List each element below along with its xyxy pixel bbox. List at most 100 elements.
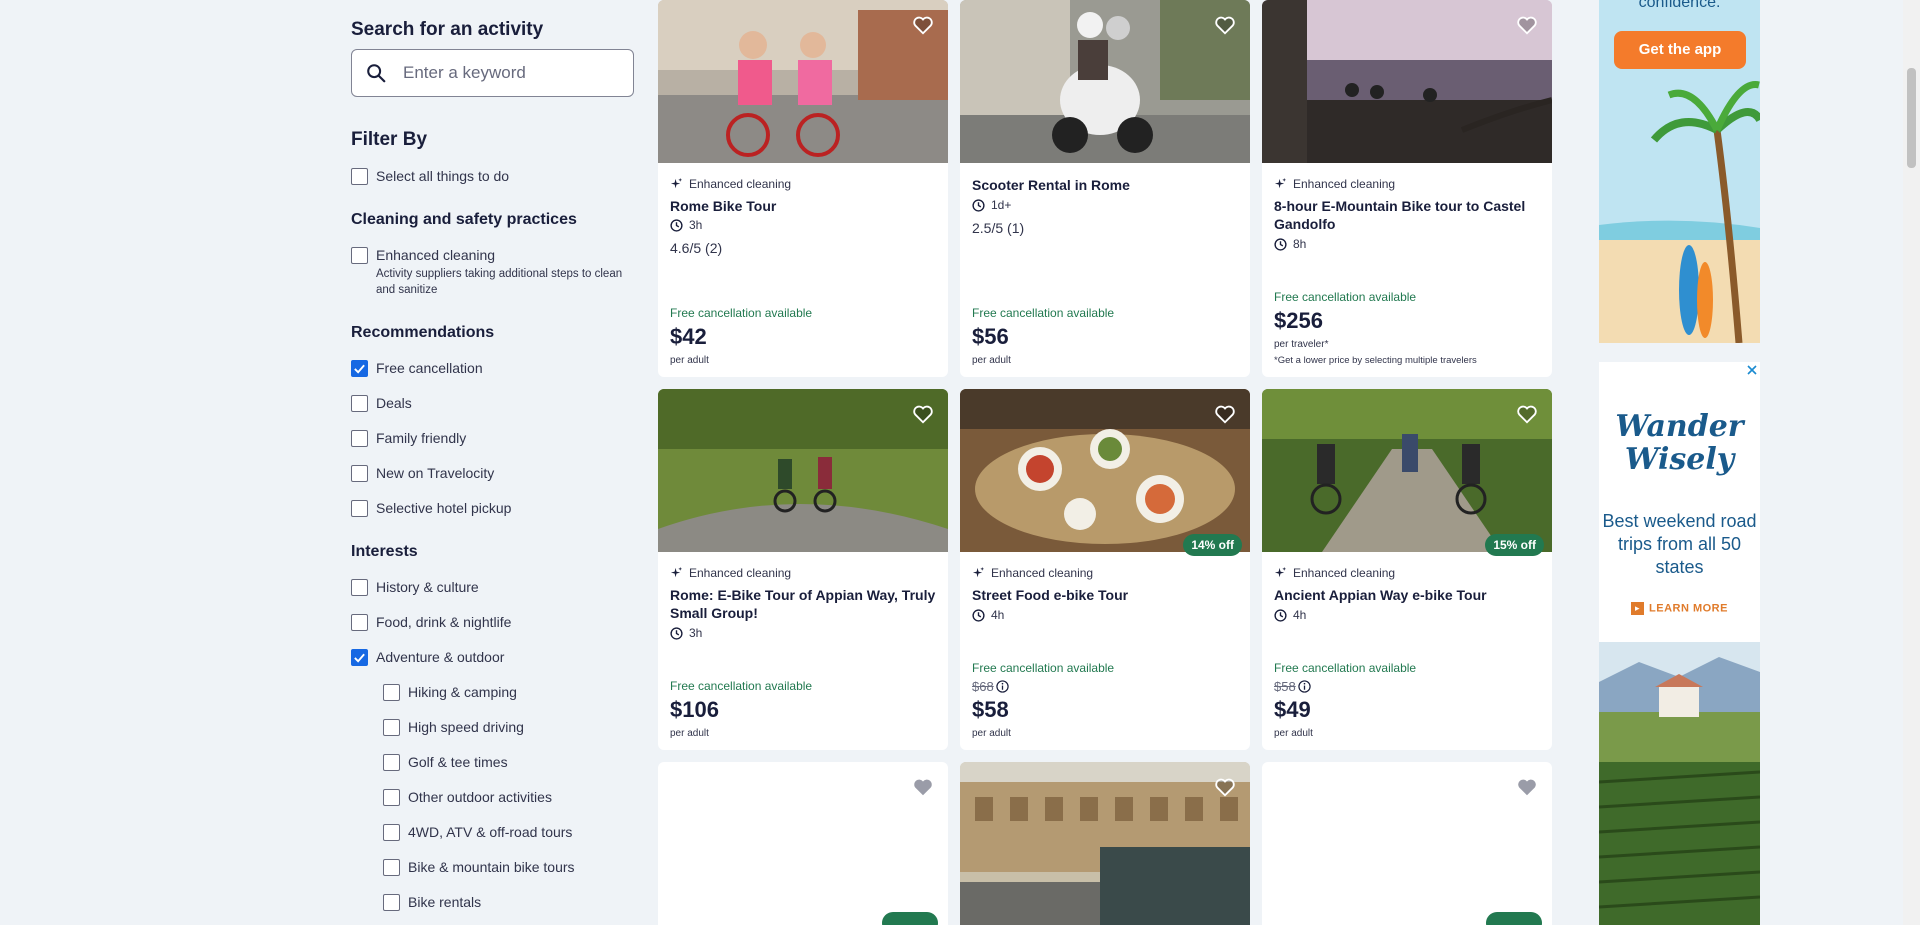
checkbox-box[interactable] xyxy=(351,464,368,482)
checkbox-box[interactable] xyxy=(383,788,400,806)
search-field[interactable] xyxy=(351,49,634,97)
activity-card[interactable]: Enhanced cleaning Rome Bike Tour 3h 4.6/… xyxy=(658,0,948,377)
checkbox-label: Family friendly xyxy=(376,430,467,446)
checkbox-box[interactable] xyxy=(383,858,400,876)
price: $106 xyxy=(670,697,719,722)
activity-card[interactable]: Enhanced cleaning Rome: E-Bike Tour of A… xyxy=(658,389,948,750)
app-promo-ad[interactable]: confidence. Get the app xyxy=(1599,0,1760,343)
food-drink-nightlife-checkbox[interactable]: Food, drink & nightlife xyxy=(351,612,511,632)
enhanced-cleaning-tag: Enhanced cleaning xyxy=(670,177,791,191)
rating-value: 2.5/5 xyxy=(972,220,1004,236)
activity-image[interactable] xyxy=(960,0,1250,163)
free-cancellation-text: Free cancellation available xyxy=(670,679,813,693)
history-culture-checkbox[interactable]: History & culture xyxy=(351,577,479,597)
checkbox-box[interactable] xyxy=(383,753,400,771)
free-cancellation-text: Free cancellation available xyxy=(972,661,1115,675)
rating-value: 4.6/5 xyxy=(670,240,702,256)
ad-brand-line2: Wisely xyxy=(1624,442,1735,477)
heart-icon[interactable] xyxy=(1516,14,1538,36)
checkbox-box[interactable] xyxy=(383,893,400,911)
sparkle-icon xyxy=(1274,177,1287,188)
4wd-atv-checkbox[interactable]: 4WD, ATV & off-road tours xyxy=(383,822,572,842)
free-cancellation-checkbox[interactable]: Free cancellation xyxy=(351,358,483,378)
clock-icon xyxy=(972,608,985,622)
checkbox-box[interactable] xyxy=(351,246,368,264)
hiking-camping-checkbox[interactable]: Hiking & camping xyxy=(383,682,517,702)
heart-icon[interactable] xyxy=(912,776,934,798)
heart-icon[interactable] xyxy=(912,14,934,36)
checkbox-box[interactable] xyxy=(351,359,368,377)
activity-title[interactable]: Ancient Appian Way e-bike Tour xyxy=(1274,586,1544,604)
selective-hotel-pickup-checkbox[interactable]: Selective hotel pickup xyxy=(351,498,511,518)
activity-card[interactable]: 14% off Enhanced cleaning Street Food e-… xyxy=(960,389,1250,750)
activity-title[interactable]: Street Food e-bike Tour xyxy=(972,586,1242,604)
heart-icon[interactable] xyxy=(1214,14,1236,36)
close-icon[interactable] xyxy=(1744,362,1760,378)
checkbox-box[interactable] xyxy=(351,499,368,517)
adventure-outdoor-checkbox[interactable]: Adventure & outdoor xyxy=(351,647,504,667)
original-price-value: $68 xyxy=(972,679,994,694)
activity-card-loading[interactable] xyxy=(1262,762,1552,925)
checkbox-box[interactable] xyxy=(351,648,368,666)
high-speed-driving-checkbox[interactable]: High speed driving xyxy=(383,717,524,737)
vineyard-illustration xyxy=(1599,642,1760,925)
scrollbar-thumb[interactable] xyxy=(1907,68,1916,168)
price-unit: per adult xyxy=(670,728,709,739)
activity-card-loading[interactable] xyxy=(658,762,948,925)
duration: 1d+ xyxy=(972,198,1011,212)
select-all-checkbox[interactable]: Select all things to do xyxy=(351,166,509,186)
info-icon[interactable] xyxy=(996,680,1009,693)
info-icon[interactable] xyxy=(1298,680,1311,693)
activity-image[interactable] xyxy=(960,389,1250,552)
heart-icon[interactable] xyxy=(1516,776,1538,798)
checkbox-box[interactable] xyxy=(383,823,400,841)
golf-tee-times-checkbox[interactable]: Golf & tee times xyxy=(383,752,508,772)
page-scrollbar[interactable] xyxy=(1903,0,1920,925)
checkbox-box[interactable] xyxy=(383,683,400,701)
duration-text: 1d+ xyxy=(991,198,1012,212)
checkbox-box[interactable] xyxy=(351,578,368,596)
wander-wisely-ad[interactable]: Wander Wisely Best weekend road trips fro… xyxy=(1599,362,1760,925)
learn-more-link[interactable]: ▸ LEARN MORE xyxy=(1599,602,1760,615)
bike-rentals-checkbox[interactable]: Bike rentals xyxy=(383,892,481,912)
search-input[interactable] xyxy=(403,63,623,83)
checkbox-box[interactable] xyxy=(351,613,368,631)
cleaning-text: Enhanced cleaning xyxy=(689,177,792,191)
activity-image[interactable] xyxy=(1262,389,1552,552)
checkbox-box[interactable] xyxy=(351,167,368,185)
heart-icon[interactable] xyxy=(1516,403,1538,425)
discount-badge: 15% off xyxy=(1485,534,1544,556)
activity-card[interactable]: Enhanced cleaning 8-hour E-Mountain Bike… xyxy=(1262,0,1552,377)
activity-image[interactable] xyxy=(960,762,1250,925)
activity-title[interactable]: Rome: E-Bike Tour of Appian Way, Truly S… xyxy=(670,586,940,622)
checkbox-label: 4WD, ATV & off-road tours xyxy=(408,824,573,840)
activity-title[interactable]: Scooter Rental in Rome xyxy=(972,176,1242,194)
heart-icon[interactable] xyxy=(1214,403,1236,425)
checkbox-box[interactable] xyxy=(351,429,368,447)
activity-card[interactable] xyxy=(960,762,1250,925)
checkbox-label: New on Travelocity xyxy=(376,465,495,481)
new-on-travelocity-checkbox[interactable]: New on Travelocity xyxy=(351,463,494,483)
checkbox-box[interactable] xyxy=(383,718,400,736)
enhanced-cleaning-checkbox[interactable]: Enhanced cleaning xyxy=(351,245,495,265)
activity-image[interactable] xyxy=(658,0,948,163)
activity-card[interactable]: 15% off Enhanced cleaning Ancient Appian… xyxy=(1262,389,1552,750)
ad-brand: Wander Wisely xyxy=(1599,410,1760,476)
activity-image[interactable] xyxy=(1262,0,1552,163)
checkbox-label: Deals xyxy=(376,395,412,411)
deals-checkbox[interactable]: Deals xyxy=(351,393,412,413)
activity-title[interactable]: Rome Bike Tour xyxy=(670,197,940,215)
bike-mountain-bike-tours-checkbox[interactable]: Bike & mountain bike tours xyxy=(383,857,575,877)
get-app-button[interactable]: Get the app xyxy=(1614,31,1746,69)
family-friendly-checkbox[interactable]: Family friendly xyxy=(351,428,466,448)
activity-card[interactable]: Scooter Rental in Rome 1d+ 2.5/5 (1) Fre… xyxy=(960,0,1250,377)
heart-icon[interactable] xyxy=(912,403,934,425)
other-outdoor-activities-checkbox[interactable]: Other outdoor activities xyxy=(383,787,552,807)
heart-icon[interactable] xyxy=(1214,776,1236,798)
checkbox-box[interactable] xyxy=(351,394,368,412)
original-price-value: $58 xyxy=(1274,679,1296,694)
checkbox-label: Bike & mountain bike tours xyxy=(408,859,575,875)
activity-title[interactable]: 8-hour E-Mountain Bike tour to Castel Ga… xyxy=(1274,197,1544,233)
price: $42 xyxy=(670,324,707,349)
activity-image[interactable] xyxy=(658,389,948,552)
